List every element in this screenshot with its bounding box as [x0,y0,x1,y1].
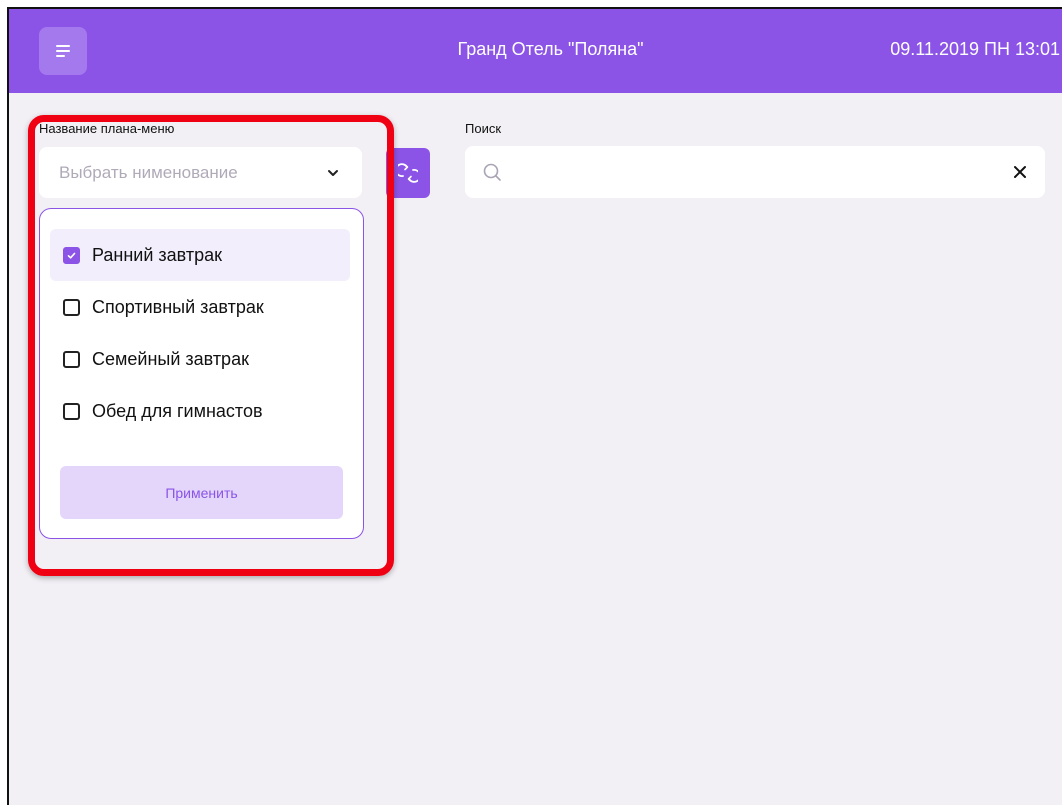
search-label: Поиск [465,121,502,136]
datetime: 09.11.2019 ПН 13:01 [890,39,1060,59]
app-window: Гранд Отель "Поляна" 09.11.2019 ПН 13:01… [7,7,1062,805]
close-icon[interactable] [1011,163,1029,181]
search-input[interactable] [513,156,997,190]
highlight-annotation [28,115,394,576]
search-icon [483,163,501,181]
refresh-icon [398,163,418,183]
search-box [465,146,1045,198]
top-bar: Гранд Отель "Поляна" 09.11.2019 ПН 13:01 [9,9,1062,93]
